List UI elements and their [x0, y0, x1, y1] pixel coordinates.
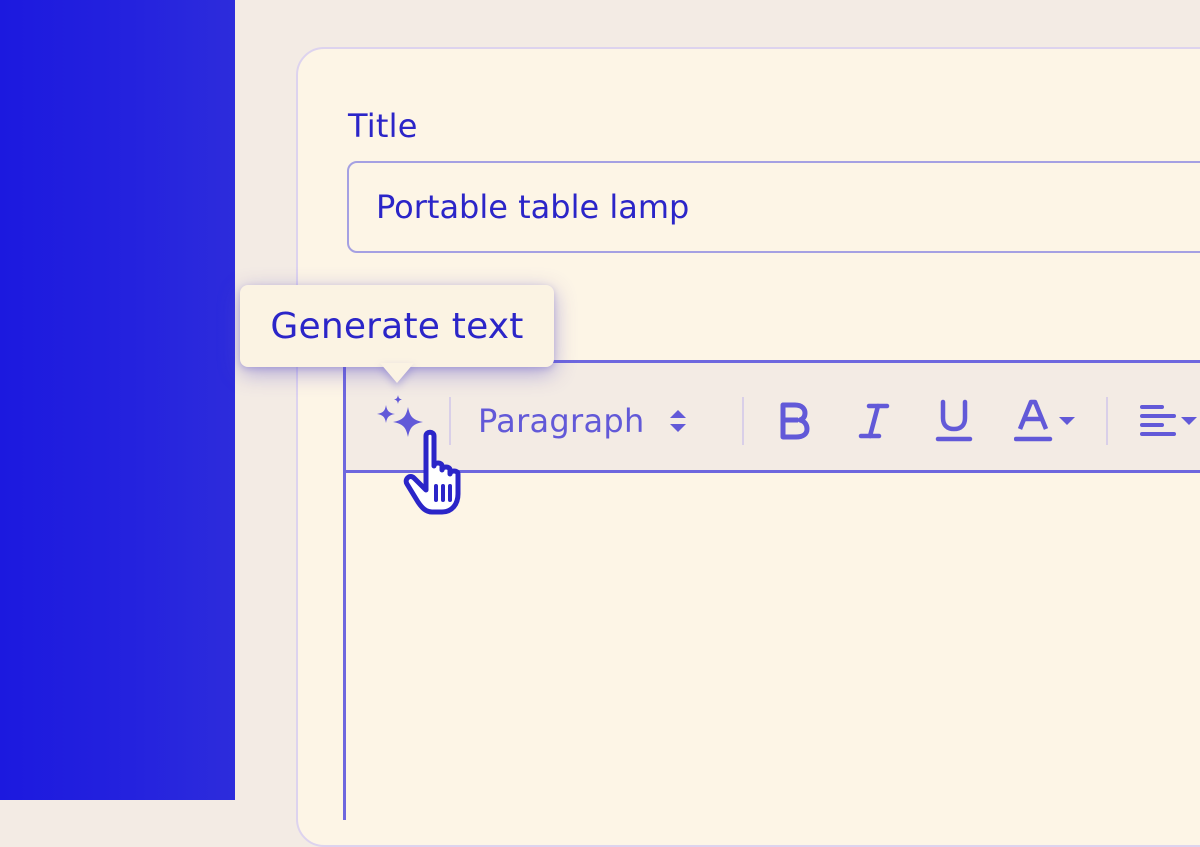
underline-button[interactable]	[929, 395, 979, 447]
tooltip-text: Generate text	[270, 305, 524, 347]
blue-side-panel	[0, 0, 235, 800]
editor-toolbar: Paragraph	[346, 363, 1200, 473]
align-left-icon	[1140, 405, 1176, 436]
generate-text-tooltip: Generate text	[240, 285, 554, 367]
hand-pointer-cursor-icon	[403, 429, 461, 515]
italic-icon	[858, 403, 890, 439]
alignment-dropdown[interactable]	[1134, 395, 1200, 447]
title-input[interactable]	[347, 161, 1200, 253]
underline-icon	[935, 399, 973, 442]
tooltip-arrow	[380, 363, 414, 383]
chevron-down-icon	[1181, 417, 1197, 425]
text-color-icon	[1014, 399, 1053, 442]
bold-button[interactable]	[769, 395, 819, 447]
title-label: Title	[348, 107, 418, 145]
chevron-down-icon	[1059, 417, 1075, 425]
toolbar-divider	[1106, 397, 1108, 445]
bold-icon	[780, 402, 810, 440]
text-color-button[interactable]	[1009, 395, 1081, 447]
toolbar-divider	[742, 397, 744, 445]
italic-button[interactable]	[849, 395, 899, 447]
block-format-dropdown[interactable]: Paragraph	[478, 395, 689, 447]
up-down-chevron-icon	[669, 410, 686, 432]
block-format-label: Paragraph	[478, 402, 645, 440]
